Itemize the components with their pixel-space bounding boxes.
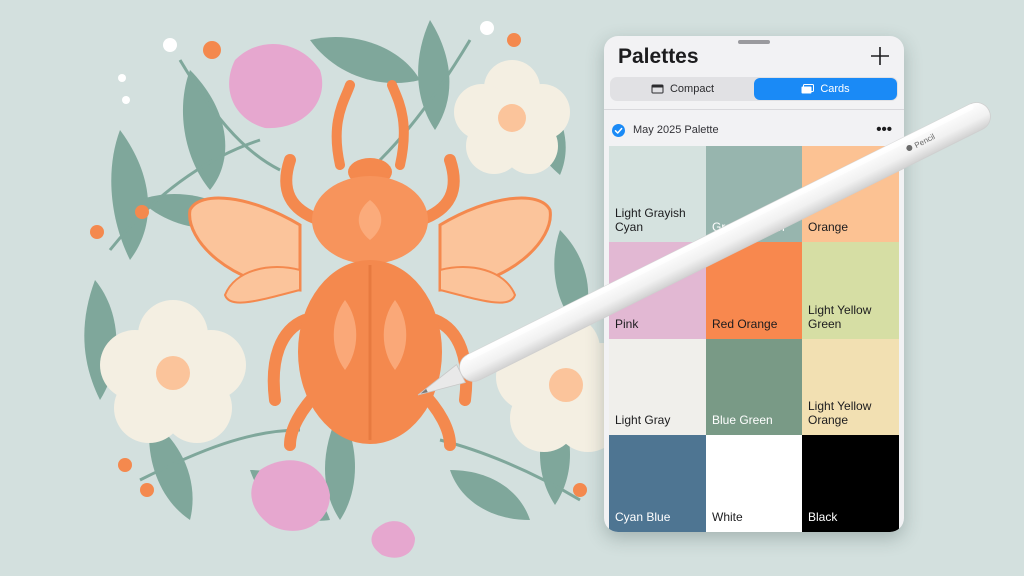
compact-view-tab[interactable]: Compact	[611, 78, 754, 100]
swatch-card[interactable]: Pink	[609, 242, 706, 339]
swatch-grid: Light Grayish Cyan Grayish Cyan Orange P…	[609, 146, 899, 532]
swatch-label: Pink	[615, 317, 639, 331]
cards-view-label: Cards	[820, 83, 850, 95]
plus-icon	[871, 47, 889, 65]
swatch-label: Blue Green	[712, 413, 773, 427]
ellipsis-icon[interactable]: •••	[876, 121, 892, 138]
swatch-card[interactable]: Grayish Cyan	[706, 146, 802, 242]
swatch-label: Orange	[808, 220, 849, 234]
swatch-card[interactable]: Black	[802, 435, 899, 532]
palette-name: May 2025 Palette	[633, 124, 719, 136]
palettes-panel: Palettes Compact Cards May 2025 Palette …	[604, 36, 904, 532]
swatch-card[interactable]: Blue Green	[706, 339, 802, 435]
swatch-label: Light Gray	[615, 413, 671, 427]
checkmark-circle-icon[interactable]	[612, 123, 625, 137]
cards-view-tab[interactable]: Cards	[754, 78, 897, 100]
compact-view-label: Compact	[669, 83, 715, 95]
divider	[604, 109, 904, 110]
swatch-card[interactable]: White	[706, 435, 802, 532]
swatch-card[interactable]: Cyan Blue	[609, 435, 706, 532]
view-mode-segmented-control: Compact Cards	[610, 77, 898, 101]
swatch-card[interactable]: Orange	[802, 146, 899, 242]
swatch-label: Light Yellow Green	[808, 303, 872, 331]
swatch-label: Black	[808, 510, 838, 524]
palette-header[interactable]: May 2025 Palette •••	[612, 120, 896, 140]
swatch-label: Grayish Cyan	[712, 220, 785, 234]
swatch-card[interactable]: Light Yellow Orange	[802, 339, 899, 435]
swatch-label: Light Yellow Orange	[808, 399, 872, 427]
cards-view-icon	[801, 84, 815, 94]
swatch-card[interactable]: Light Gray	[609, 339, 706, 435]
swatch-label: Cyan Blue	[615, 510, 671, 524]
swatch-card[interactable]: Red Orange	[706, 242, 802, 339]
swatch-label: White	[712, 510, 743, 524]
swatch-label: Light Grayish Cyan	[615, 206, 686, 234]
swatch-label: Red Orange	[712, 317, 778, 331]
swatch-card[interactable]: Light Yellow Green	[802, 242, 899, 339]
compact-view-icon	[651, 84, 664, 94]
swatch-card[interactable]: Light Grayish Cyan	[609, 146, 706, 242]
panel-grabber[interactable]	[738, 40, 770, 44]
add-palette-button[interactable]	[868, 44, 892, 68]
panel-title: Palettes	[618, 45, 699, 68]
